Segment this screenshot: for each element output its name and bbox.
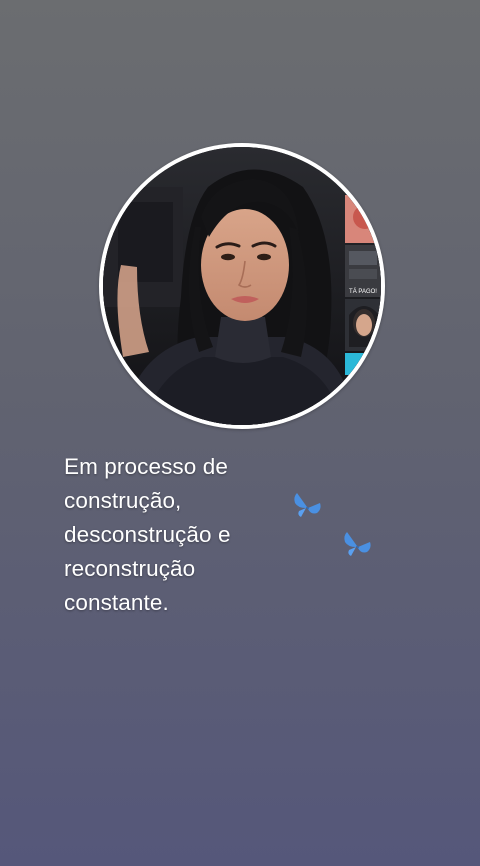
bio-line: constante. bbox=[64, 590, 169, 615]
bio-line: reconstrução bbox=[64, 556, 196, 581]
story-screen: TÁ PAGO! Em processo de construção, desc… bbox=[0, 0, 480, 866]
bio-line: desconstrução e bbox=[64, 522, 231, 547]
butterfly-icon bbox=[344, 532, 371, 556]
avatar-ring[interactable]: TÁ PAGO! bbox=[99, 143, 385, 429]
profile-photo-icon: TÁ PAGO! bbox=[103, 147, 381, 425]
bio-text: Em processo de construção, desconstrução… bbox=[64, 450, 304, 620]
avatar[interactable]: TÁ PAGO! bbox=[103, 147, 381, 425]
bio-line: Em processo de bbox=[64, 454, 228, 479]
butterfly-icon bbox=[294, 493, 321, 517]
bio-line: construção, bbox=[64, 488, 182, 513]
preview-label: TÁ PAGO! bbox=[349, 288, 377, 295]
